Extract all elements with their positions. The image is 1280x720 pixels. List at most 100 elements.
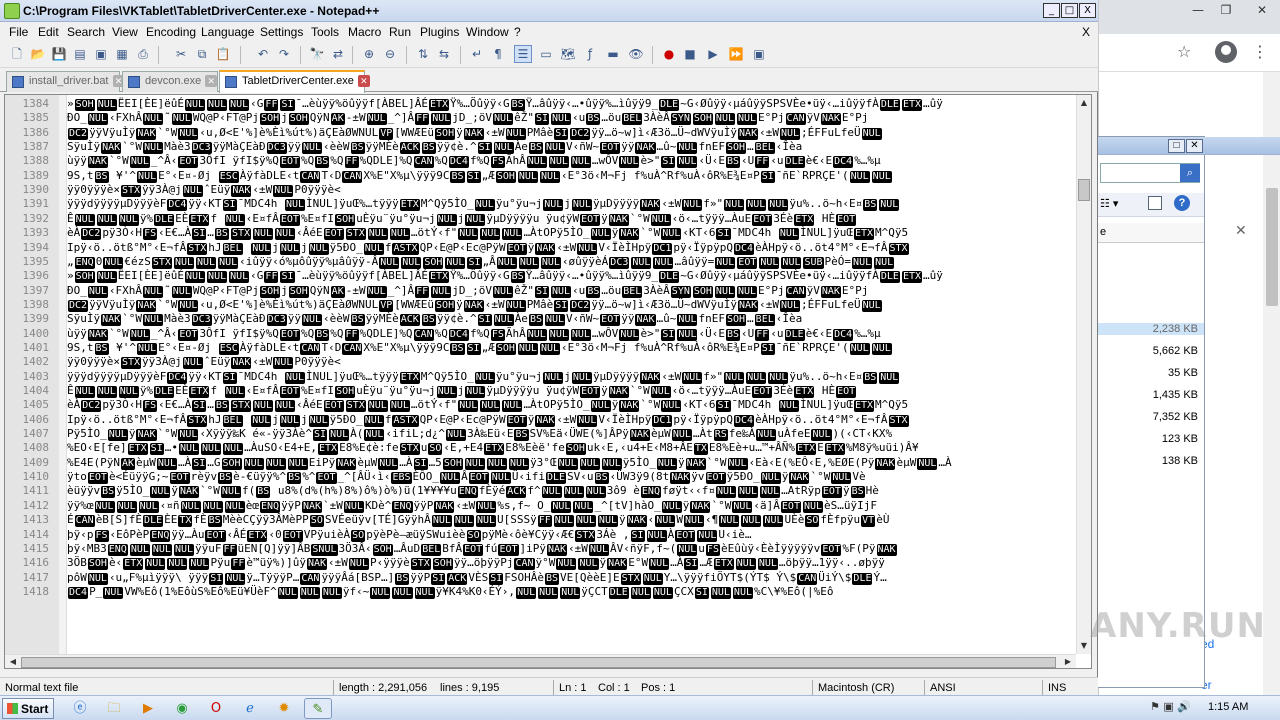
code-line[interactable]: 3ÖB SOH è‹ ETX NUL NUL NUL Pÿu FF è™üÿ%)]ûÿ NAK ‹±W… — [67, 556, 1077, 571]
tab-install-driver[interactable]: install_driver.bat ✕ — [6, 71, 125, 92]
close-icon[interactable]: ✕ — [1235, 222, 1247, 239]
tray-volume-icon[interactable]: 🔊 — [1177, 700, 1191, 713]
file-size[interactable]: 5,662 KB — [1153, 345, 1198, 357]
tray-network-icon[interactable]: ▣ — [1163, 700, 1173, 713]
code-line[interactable]: SÿuÌÿ NAK `°W NUL Màè3 DC3 ÿÿMàÇEàÐ DC3 ÿÿ NUL ‹èè… — [67, 140, 1077, 155]
close-document-button[interactable]: X — [1082, 25, 1090, 39]
file-size[interactable]: 1,435 KB — [1153, 389, 1198, 401]
minimize-icon[interactable]: □ — [1168, 139, 1185, 153]
sync-vertical-icon[interactable]: ⇅ — [414, 45, 432, 63]
tray-flag-icon[interactable]: ⚑ — [1150, 700, 1160, 713]
code-line[interactable]: pôW NUL ‹u„F%µìÿÿÿ\ ÿÿÿ SI NUL ÿ…TÿÿÿP… CAN ÿÿÿ… — [67, 571, 1077, 585]
sync-horizontal-icon[interactable]: ⇆ — [435, 45, 453, 63]
stop-macro-icon[interactable]: ■ — [681, 45, 699, 63]
vertical-scroll-thumb[interactable] — [1078, 179, 1090, 201]
notepadpp-taskbar-icon[interactable]: ✎ — [304, 698, 332, 719]
record-macro-icon[interactable]: ● — [660, 45, 678, 63]
restore-icon[interactable]: ❐ — [1211, 0, 1241, 20]
code-line[interactable]: èÀ DC2 pÿ3Ò‹H FS ‹E€…À SI… BS STX NUL NUL ‹ÂéE EOT S… — [67, 398, 1077, 413]
zoom-in-icon[interactable]: ⊕ — [360, 45, 378, 63]
menu-help[interactable]: ? — [514, 25, 521, 39]
minimize-icon[interactable]: — — [1183, 0, 1213, 20]
edge-icon[interactable]: ℯ — [236, 698, 264, 719]
code-line[interactable]: ÐO_ NUL ‹FXhÂ NUL ˜ NUL WQ@P‹FT@Pj SOH j SOH QÿN AK… — [67, 111, 1077, 126]
minimize-button[interactable]: _ — [1043, 3, 1060, 18]
code-line[interactable]: %EO‹E[fe] ETX SI …• NUL NUL NUL …ÀuSO‹E4+E‚ ETX E… — [67, 441, 1077, 456]
code-line[interactable]: É CAN èB[S]fÈ DLE ÈE TX fÈ BS MèèCÇÿÿ3ÂMèPP SO SVÉ… — [67, 513, 1077, 528]
menu-run[interactable]: Run — [389, 25, 411, 39]
scroll-right-icon[interactable]: ▶ — [1061, 655, 1075, 668]
code-line[interactable]: èüÿÿv BS ÿ5ÌO_ NUL ÿ NAK `°W NUL f(BS u8%(d%(h%)… — [67, 484, 1077, 499]
tab-tabletdrivercenter[interactable]: TabletDriverCenter.exe ✕ — [219, 70, 370, 93]
zoom-out-icon[interactable]: ⊖ — [381, 45, 399, 63]
code-line[interactable]: ÿÿ0ÿÿÿè× STX ÿÿ3À@j NUL ˆEüÿ NAK ‹±W NUL P0ÿÿÿè< — [67, 183, 1077, 198]
redo-icon[interactable]: ↷ — [275, 45, 293, 63]
menu-edit[interactable]: Edit — [38, 25, 59, 39]
save-icon[interactable]: 💾 — [50, 45, 68, 63]
save-all-icon[interactable]: ▤ — [71, 45, 89, 63]
menu-plugins[interactable]: Plugins — [420, 25, 459, 39]
code-line[interactable]: » SOH NUL ËEI[ÈE]ëûÉ NUL NUL NUL ‹G FF SI ¯…èùÿÿ%ö… — [67, 269, 1077, 284]
menu-macro[interactable]: Macro — [348, 25, 381, 39]
chrome-icon[interactable]: ◉ — [168, 698, 196, 719]
monitoring-icon[interactable]: 👁 — [627, 45, 645, 63]
file-size[interactable]: 2,238 KB — [1098, 323, 1204, 335]
file-size[interactable]: 35 KB — [1168, 367, 1198, 379]
indent-guide-icon[interactable]: ☰ — [514, 45, 532, 63]
replace-icon[interactable]: ⇄ — [329, 45, 347, 63]
menu-search[interactable]: Search — [67, 25, 105, 39]
code-line[interactable]: DC4 P_ NUL VW%Eô(1%EôùS%Eô%Eü¥ÜèF^ NUL NUL NUL… — [67, 585, 1077, 599]
new-file-icon[interactable]: 🗋 — [8, 45, 26, 63]
code-line[interactable]: Ipÿ‹ö..ötß°M°‹E¬fÂ STX hJ BEL NUL j NUL j NUL ÿ5… — [67, 413, 1077, 427]
code-line[interactable]: „ ENQ 0 NUL €ézS STX NUL NUL NUL ‹iûÿÿ‹ó%µôûÿÿ%µâ… — [67, 255, 1077, 269]
close-icon[interactable]: ✕ — [1247, 0, 1277, 20]
tablet-driver-icon[interactable]: ✹ — [270, 698, 298, 719]
maximize-button[interactable]: □ — [1061, 3, 1078, 18]
code-line[interactable]: Ipÿ‹ö..ötß°M°‹E¬fÂ STX hJ BEL NUL j NUL j NUL ÿ5… — [67, 241, 1077, 255]
udl-icon[interactable]: ▭ — [537, 45, 555, 63]
open-file-icon[interactable]: 📂 — [29, 45, 47, 63]
fold-margin[interactable] — [59, 95, 67, 654]
cut-icon[interactable]: ✂ — [172, 45, 190, 63]
run-macro-multiple-icon[interactable]: ⏩ — [727, 45, 745, 63]
code-line[interactable]: » SOH NUL ËEI[ÈE]ëûÉ NUL NUL NUL ‹G FF SI ¯…èùÿÿ%ö… — [67, 97, 1077, 111]
file-size[interactable]: 123 KB — [1162, 433, 1198, 445]
menu-settings[interactable]: Settings — [260, 25, 303, 39]
code-line[interactable]: ùÿÿ NAK `°W NUL _^Â‹ EOT 3ÔfI ÿfI$ÿ%Q EOT %Q BS %Q… — [67, 154, 1077, 169]
menu-view[interactable]: View — [112, 25, 138, 39]
find-icon[interactable]: 🔭 — [308, 45, 326, 63]
undo-icon[interactable]: ↶ — [254, 45, 272, 63]
file-size[interactable]: 7,352 KB — [1153, 411, 1198, 423]
account-icon[interactable] — [1215, 41, 1237, 63]
menu-kebab-icon[interactable]: ⋮ — [1252, 42, 1268, 61]
copy-icon[interactable]: ⧉ — [193, 45, 211, 63]
menu-encoding[interactable]: Encoding — [146, 25, 196, 39]
code-line[interactable]: ÿto EOT è<ÉüÿÿG;~ EOT rèÿv BS è-€üÿÿ%^ BS %^ EOT _… — [67, 470, 1077, 485]
play-macro-icon[interactable]: ▶ — [704, 45, 722, 63]
scroll-up-icon[interactable]: ▲ — [1077, 96, 1091, 110]
menu-window[interactable]: Window — [466, 25, 509, 39]
size-column-header[interactable]: e — [1098, 223, 1204, 243]
browser-scroll-thumb[interactable] — [1266, 188, 1278, 306]
code-line[interactable]: ÿÿÿdÿÿÿÿµDÿÿÿèF DC4 ÿÿ‹KT SI ¯MDC4h NUL ÌNUL]… — [67, 370, 1077, 384]
document-map-icon[interactable]: 🗺 — [559, 45, 577, 63]
print-icon[interactable]: ⎙ — [134, 45, 152, 63]
code-line[interactable]: ÿÿÿdÿÿÿÿµDÿÿÿèF DC4 ÿÿ‹KT SI ¯MDC4h NUL ÌNUL]… — [67, 197, 1077, 212]
code-line[interactable]: 9S,t BS ¥'^ NUL E°‹E¤-Øj ESC ÀÿfàDLE‹t CAN T‹D… — [67, 169, 1077, 183]
code-line[interactable]: DC2 ÿÿVÿuÌÿ NAK `°W NUL ‹u‚Ø<E'%]è%Èì%út%)äÇE… — [67, 126, 1077, 140]
code-line[interactable]: ÿÿ0ÿÿÿè× STX ÿÿ3À@j NUL ˆEüÿ NAK ‹±W NUL P0ÿÿÿè< — [67, 355, 1077, 370]
code-line[interactable]: %E4E(PÿN AK èµW NUL …À SI …G SOH NUL NUL NUL EiPÿ NA… — [67, 456, 1077, 470]
save-macro-icon[interactable]: ▣ — [750, 45, 768, 63]
code-line[interactable]: èÀ DC2 pÿ3Ò‹H FS ‹E€…À SI… BS STX NUL NUL ‹ÂéE EOT S… — [67, 226, 1077, 241]
file-size[interactable]: 138 KB — [1162, 455, 1198, 467]
media-player-icon[interactable]: ▶ — [134, 698, 162, 719]
browser-scrollbar[interactable] — [1263, 72, 1280, 695]
preview-pane-icon[interactable] — [1148, 196, 1162, 210]
close-file-icon[interactable]: ▣ — [92, 45, 110, 63]
code-line[interactable]: Ê NUL NUL NUL ÿ% DLE EÈ ETX f NUL ‹E¤fÂ EOT %E¤fI SO… — [67, 212, 1077, 226]
opera-icon[interactable]: O — [202, 698, 230, 719]
code-line[interactable]: 9S,t BS ¥'^ NUL E°‹E¤-Øj ESC ÀÿfàDLE‹t CAN T‹D… — [67, 341, 1077, 355]
close-all-icon[interactable]: ▦ — [113, 45, 131, 63]
code-line[interactable]: ÿÿ%œ NUL NUL NUL ‹¤ñ NUL NUL NUL èœ ENQ ÿÿP NAK `±W N… — [67, 499, 1077, 513]
menu-file[interactable]: File — [9, 25, 28, 39]
